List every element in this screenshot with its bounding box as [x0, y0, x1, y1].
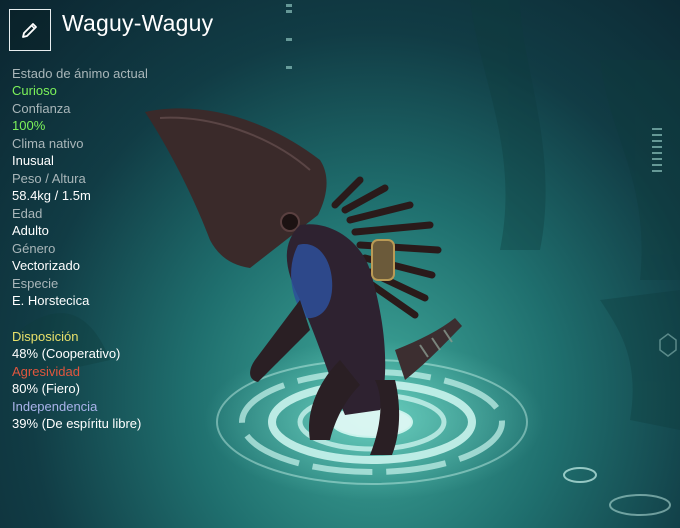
trait-label: Disposición	[12, 329, 79, 344]
stat-label: Clima nativo	[12, 136, 84, 151]
trait-label: Agresividad	[12, 364, 80, 379]
creature-name: Waguy-Waguy	[62, 10, 214, 36]
rename-button[interactable]	[9, 9, 51, 51]
traits-panel: Disposición 48% (Cooperativo) Agresivida…	[12, 329, 232, 434]
stat-value: E. Horstecica	[12, 293, 90, 308]
trait-value: 39% (De espíritu libre)	[12, 416, 142, 431]
stat-value: Vectorizado	[12, 258, 80, 273]
stat-label: Estado de ánimo actual	[12, 66, 148, 81]
creature-eye	[280, 212, 300, 232]
trait-aggression: Agresividad 80% (Fiero)	[12, 364, 232, 397]
stat-label: Peso / Altura	[12, 171, 86, 186]
pencil-icon	[22, 23, 37, 38]
trait-label: Independencia	[12, 399, 98, 414]
stats-panel: Estado de ánimo actual Curioso Confianza…	[12, 66, 232, 311]
stat-species: Especie E. Horstecica	[12, 276, 232, 309]
stat-value: 100%	[12, 118, 46, 133]
header: Waguy-Waguy	[9, 9, 213, 51]
stat-gender: Género Vectorizado	[12, 241, 232, 274]
creature-harness	[371, 239, 395, 281]
stat-label: Especie	[12, 276, 59, 291]
trait-independence: Independencia 39% (De espíritu libre)	[12, 399, 232, 432]
trait-value: 48% (Cooperativo)	[12, 346, 121, 361]
stat-trust: Confianza 100%	[12, 101, 232, 134]
trait-disposition: Disposición 48% (Cooperativo)	[12, 329, 232, 362]
stat-age: Edad Adulto	[12, 206, 232, 239]
stat-label: Edad	[12, 206, 43, 221]
stat-value: Inusual	[12, 153, 54, 168]
stat-value: Curioso	[12, 83, 57, 98]
stat-label: Género	[12, 241, 56, 256]
stat-label: Confianza	[12, 101, 71, 116]
trait-value: 80% (Fiero)	[12, 381, 80, 396]
stat-value: 58.4kg / 1.5m	[12, 188, 91, 203]
stat-mood: Estado de ánimo actual Curioso	[12, 66, 232, 99]
stat-climate: Clima nativo Inusual	[12, 136, 232, 169]
stat-value: Adulto	[12, 223, 49, 238]
stat-weight-height: Peso / Altura 58.4kg / 1.5m	[12, 171, 232, 204]
